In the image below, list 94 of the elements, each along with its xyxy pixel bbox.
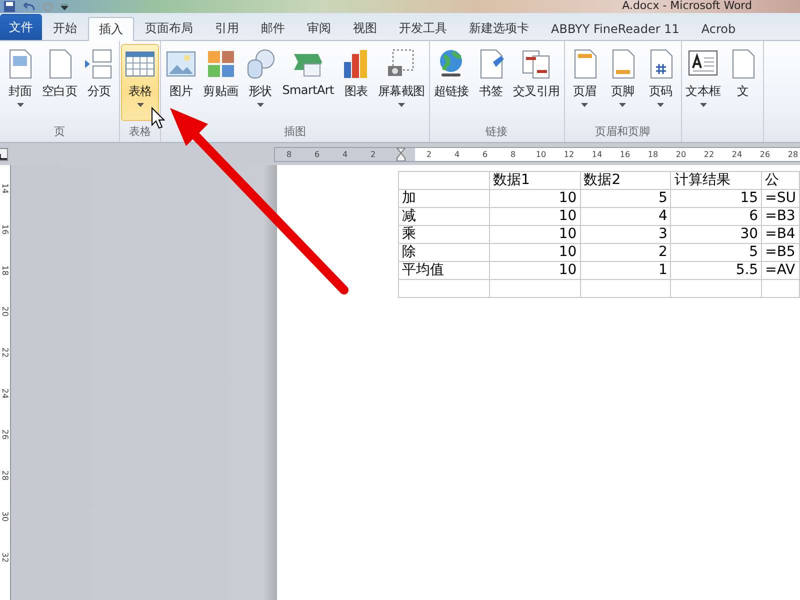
table-cell: 乘: [398, 226, 490, 244]
ribbon-tab[interactable]: Acrob: [690, 16, 747, 40]
table-cell: 数据1: [489, 172, 580, 190]
table-cell: 3: [580, 226, 671, 244]
caret-icon: [581, 103, 588, 107]
ruler-number: 6: [303, 148, 331, 160]
table-cell: =B5: [762, 244, 800, 262]
ruler-number: 8: [275, 148, 303, 160]
file-tab[interactable]: 文件: [0, 14, 42, 40]
table-cell: 2: [580, 244, 671, 262]
ribbon-button[interactable]: 超链接: [430, 44, 472, 121]
ruler-number: 32: [0, 552, 10, 563]
ribbon-button[interactable]: 交叉引用: [510, 44, 563, 121]
ribbon-tab[interactable]: 邮件: [250, 16, 296, 40]
table-cell: 数据2: [580, 172, 671, 190]
table-cell: 30: [670, 226, 762, 244]
table-cell: [762, 280, 800, 298]
ribbon-button[interactable]: 图表: [336, 44, 375, 121]
ribbon-button[interactable]: 空白页: [39, 44, 80, 121]
ribbon-tab[interactable]: 页面布局: [134, 16, 204, 40]
mouse-cursor-icon: [152, 106, 166, 129]
table-cell: 10: [489, 190, 580, 208]
table-cell: 1: [580, 262, 671, 280]
cross-reference-icon: [520, 48, 552, 80]
ribbon-button[interactable]: 屏幕截图: [374, 44, 428, 121]
ribbon-tab[interactable]: 审阅: [296, 16, 342, 40]
group-label: 页: [53, 124, 66, 140]
table-cell: =SU: [762, 190, 800, 208]
save-icon[interactable]: [4, 1, 15, 12]
table-cell: 加: [398, 190, 490, 208]
ribbon-button[interactable]: SmartArt: [279, 44, 337, 121]
ribbon-button[interactable]: 书签: [472, 44, 510, 121]
table-cell: 计算结果: [670, 172, 762, 190]
table-cell: 5: [580, 190, 671, 208]
table-cell: 10: [489, 262, 580, 280]
ruler-number: 16: [0, 224, 10, 235]
dropdown-icon[interactable]: [61, 4, 68, 10]
group-label: 链接: [484, 124, 509, 140]
ribbon-button[interactable]: 页码: [642, 44, 680, 121]
undo-icon[interactable]: [23, 2, 35, 11]
ribbon-button[interactable]: 页脚: [604, 44, 642, 121]
ribbon-button[interactable]: 文: [724, 44, 762, 121]
group-label: 表格: [128, 124, 152, 140]
ruler-number: 14: [0, 183, 10, 194]
caret-icon: [398, 103, 405, 107]
table-cell: 15: [670, 190, 762, 208]
ruler-number: 26: [0, 429, 10, 440]
ruler-number: 2: [359, 148, 387, 160]
ruler-number: 30: [0, 511, 10, 522]
table-cell: =B3: [762, 208, 800, 226]
window-title: A.docx - Microsoft Word: [622, 0, 752, 12]
caret-icon: [256, 103, 264, 107]
ribbon-tab[interactable]: 插入: [88, 17, 134, 41]
ruler-number: 28: [0, 470, 10, 481]
table-cell: 6: [670, 208, 762, 226]
caret-icon: [619, 103, 626, 107]
ribbon-button[interactable]: 剪贴画: [200, 44, 242, 121]
ruler-number: 4: [331, 148, 359, 160]
ruler-number: 24: [0, 388, 10, 399]
table-cell: 减: [398, 208, 490, 226]
ribbon-button[interactable]: 页眉: [566, 44, 604, 121]
table-cell: 10: [489, 208, 580, 226]
caret-icon: [16, 103, 24, 107]
ribbon-tab[interactable]: 视图: [342, 16, 388, 40]
ribbon-button[interactable]: 分页: [80, 44, 118, 121]
ruler-number: 22: [0, 347, 10, 358]
table-cell: 5: [670, 244, 762, 262]
ribbon-button[interactable]: 封面: [1, 44, 39, 121]
ribbon-button[interactable]: 文本框: [682, 44, 724, 121]
tab-stop-button[interactable]: [0, 148, 8, 160]
ribbon-tab[interactable]: 开始: [42, 16, 88, 40]
ruler-number: 20: [0, 306, 10, 317]
group-label: 插图: [282, 124, 307, 140]
ribbon-tab[interactable]: 新建选项卡: [458, 16, 540, 40]
table-cell: 10: [489, 226, 580, 244]
table-cell: =AV: [762, 262, 800, 280]
table-cell: 4: [580, 208, 671, 226]
ribbon-tab[interactable]: 引用: [204, 16, 250, 40]
ribbon-tab[interactable]: 开发工具: [388, 16, 458, 40]
group-label: 页眉和页脚: [594, 124, 652, 140]
table-cell: 平均值: [398, 262, 490, 280]
table-cell: 5.5: [670, 262, 762, 280]
table-cell: 公: [762, 172, 800, 190]
ribbon-button[interactable]: 表格: [121, 44, 160, 121]
ribbon-button[interactable]: 形状: [241, 44, 280, 121]
indent-marker-icon[interactable]: [396, 148, 406, 160]
table-cell: 10: [489, 244, 580, 262]
table-cell: =B4: [762, 226, 800, 244]
caret-icon: [700, 103, 707, 107]
ruler-number: 18: [0, 265, 10, 276]
caret-icon: [136, 103, 144, 107]
ribbon-tab[interactable]: ABBYY FineReader 11: [540, 16, 690, 40]
caret-icon: [657, 103, 664, 107]
table-cell: 除: [398, 244, 490, 262]
